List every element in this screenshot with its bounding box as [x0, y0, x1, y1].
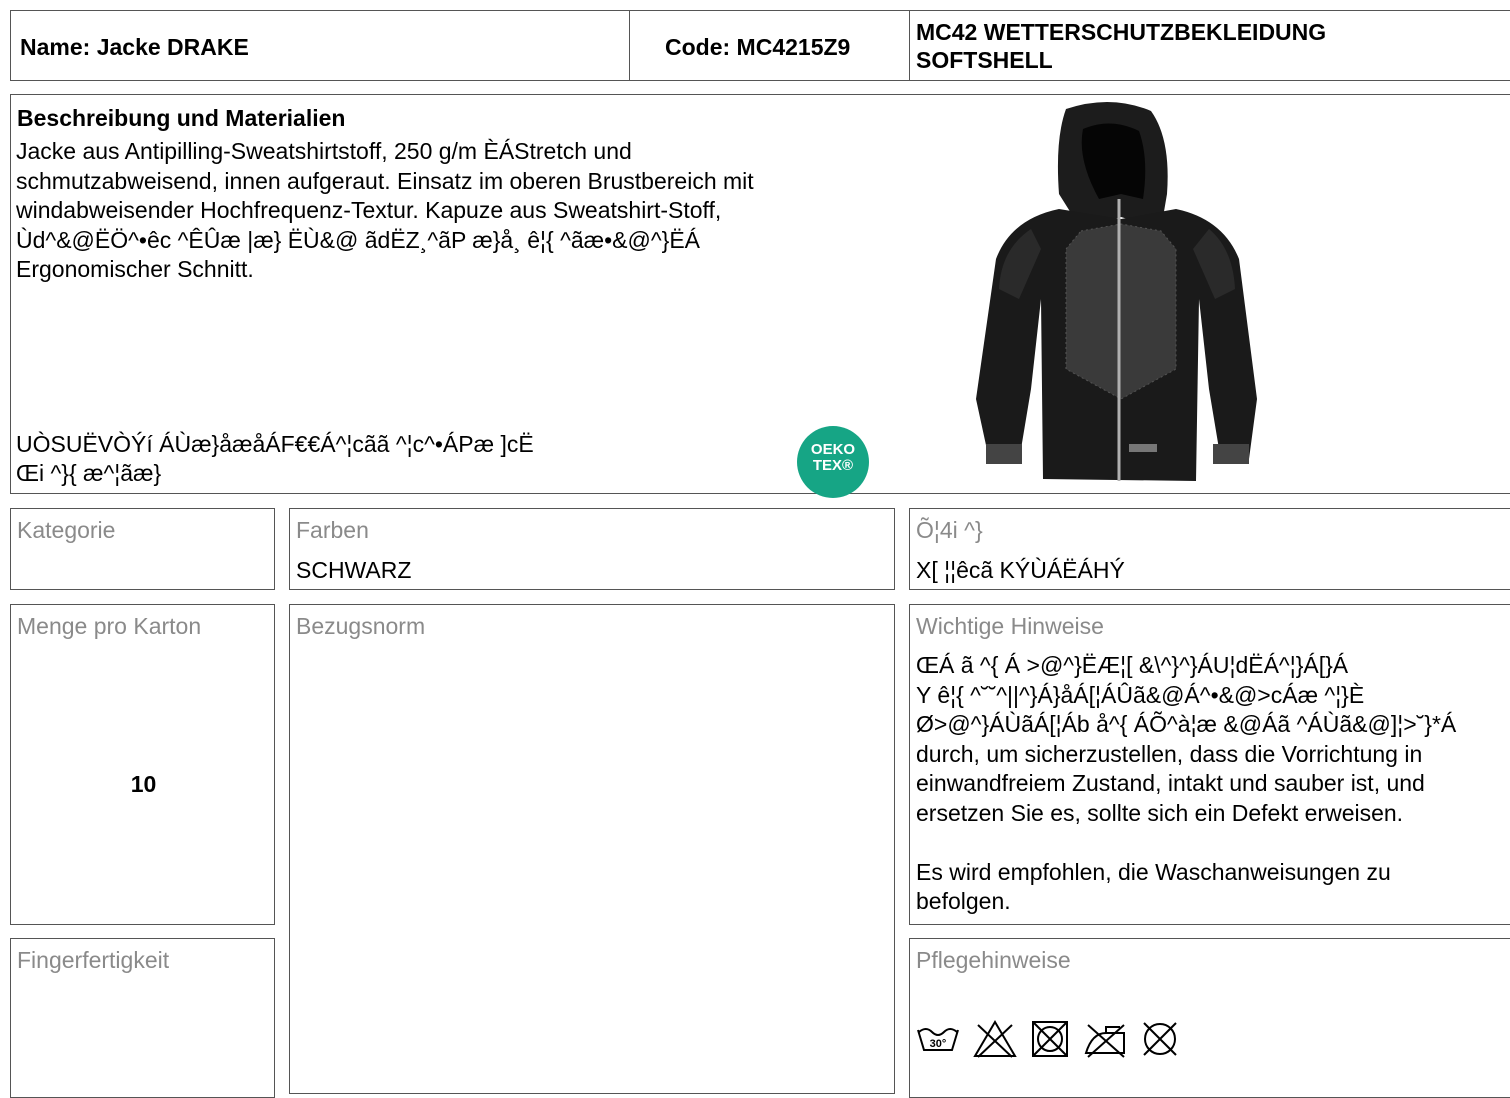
pflege-label: Pflegehinweise: [916, 947, 1071, 973]
kategorie-label: Kategorie: [17, 517, 116, 543]
description-line: Ùd^&@ËÖ^•êc ^ÊÛæ |æ} ËÙ&@ ãdËZ¸^ãP æ}å¸ …: [16, 226, 701, 253]
menge-label: Menge pro Karton: [17, 613, 202, 639]
groessen-value: X[ ¦¦êcã KÝÙÁËÁHÝ: [916, 557, 1125, 583]
product-name: Name: Jacke DRAKE: [20, 34, 249, 60]
hinweise-cell: Wichtige Hinweise ŒÁ ã ^{ Á >@^}ËÆ¦[ &\^…: [909, 604, 1510, 925]
oeko-tex-badge: OEKO TEX®: [797, 426, 869, 498]
finger-label: Fingerfertigkeit: [17, 947, 170, 973]
groessen-label: Õ¦4i ^}: [916, 517, 983, 543]
description-text: Jacke aus Antipilling-Sweatshirtstoff, 2…: [16, 137, 896, 285]
product-category-line2: SOFTSHELL: [916, 47, 1053, 73]
kategorie-cell: Kategorie: [10, 508, 275, 590]
menge-cell: Menge pro Karton 10: [10, 604, 275, 925]
no-tumble-dry-icon: [1032, 1021, 1068, 1057]
hinweise-line: ŒÁ ã ^{ Á >@^}ËÆ¦[ &\^}^}ÁU¦dËÁ^¦}Á[}Á: [916, 652, 1349, 678]
certification-text: UÒSUËVÒÝí ÁÙæ}åæåÁF€€Á^¦cãã ^¦c^•ÁPæ ]cË…: [16, 430, 534, 488]
jacket-product-image: [976, 101, 1257, 481]
product-code: Code: MC4215Z9: [665, 34, 851, 60]
description-panel: Beschreibung und Materialien Jacke aus A…: [10, 94, 1510, 498]
header-name-cell: Name: Jacke DRAKE: [10, 10, 630, 81]
bezugsnorm-label: Bezugsnorm: [296, 613, 426, 639]
wash-30-icon: 30°: [917, 1028, 959, 1051]
description-line: windabweisender Hochfrequenz-Textur. Kap…: [16, 197, 722, 223]
description-line: Ergonomischer Schnitt.: [16, 256, 254, 282]
hinweise-line: [916, 828, 1456, 858]
hinweise-line: Ø>@^}ÁÙãÁ[¦Áb å^{ ÁÕ^à¦æ &@Áã ^ÁÙã&@]¦>˘…: [916, 711, 1457, 737]
hinweise-line: befolgen.: [916, 888, 1011, 914]
hinweise-line: Es wird empfohlen, die Waschanweisungen …: [916, 858, 1391, 885]
svg-text:30°: 30°: [930, 1038, 947, 1050]
no-bleach-icon: [973, 1020, 1017, 1058]
certification-line: UÒSUËVÒÝí ÁÙæ}åæåÁF€€Á^¦cãã ^¦c^•ÁPæ ]cË: [16, 431, 534, 457]
description-line: Jacke aus Antipilling-Sweatshirtstoff, 2…: [16, 138, 632, 164]
hinweise-line: ersetzen Sie es, sollte sich ein Defekt …: [916, 799, 1404, 826]
pflege-cell: Pflegehinweise 30°: [909, 938, 1510, 1098]
no-iron-icon: [1084, 1024, 1125, 1058]
hinweise-text: ŒÁ ã ^{ Á >@^}ËÆ¦[ &\^}^}ÁU¦dËÁ^¦}Á[}Á Y…: [916, 651, 1456, 917]
certification-line: Œi ^}{ æ^¦ãæ}: [16, 460, 162, 486]
hinweise-label: Wichtige Hinweise: [916, 613, 1104, 639]
farben-label: Farben: [296, 517, 369, 543]
no-dry-clean-icon: [1143, 1022, 1177, 1056]
hinweise-line: einwandfreiem Zustand, intakt und sauber…: [916, 770, 1425, 796]
farben-value: SCHWARZ: [296, 557, 412, 583]
product-category-line1: MC42 WETTERSCHUTZBEKLEIDUNG: [916, 19, 1327, 45]
menge-value: 10: [130, 771, 157, 797]
hinweise-line: durch, um sicherzustellen, dass die Vorr…: [916, 740, 1423, 767]
header-code-cell: Code: MC4215Z9: [629, 10, 910, 81]
finger-cell: Fingerfertigkeit: [10, 938, 275, 1098]
description-title: Beschreibung und Materialien: [17, 105, 346, 131]
care-icons: 30°: [916, 1019, 1180, 1059]
farben-cell: Farben SCHWARZ: [289, 508, 895, 590]
description-line: schmutzabweisend, innen aufgeraut. Einsa…: [16, 167, 754, 194]
groessen-cell: Õ¦4i ^} X[ ¦¦êcã KÝÙÁËÁHÝ: [909, 508, 1510, 590]
hinweise-line: Y ê¦{ ^˘˘^||^}Á}åÁ[¦ÁÛã&@Á^•&@>cÁæ ^¦}È: [916, 681, 1365, 708]
bezugsnorm-cell: Bezugsnorm: [289, 604, 895, 1094]
header-category-cell: MC42 WETTERSCHUTZBEKLEIDUNG SOFTSHELL: [909, 10, 1510, 81]
